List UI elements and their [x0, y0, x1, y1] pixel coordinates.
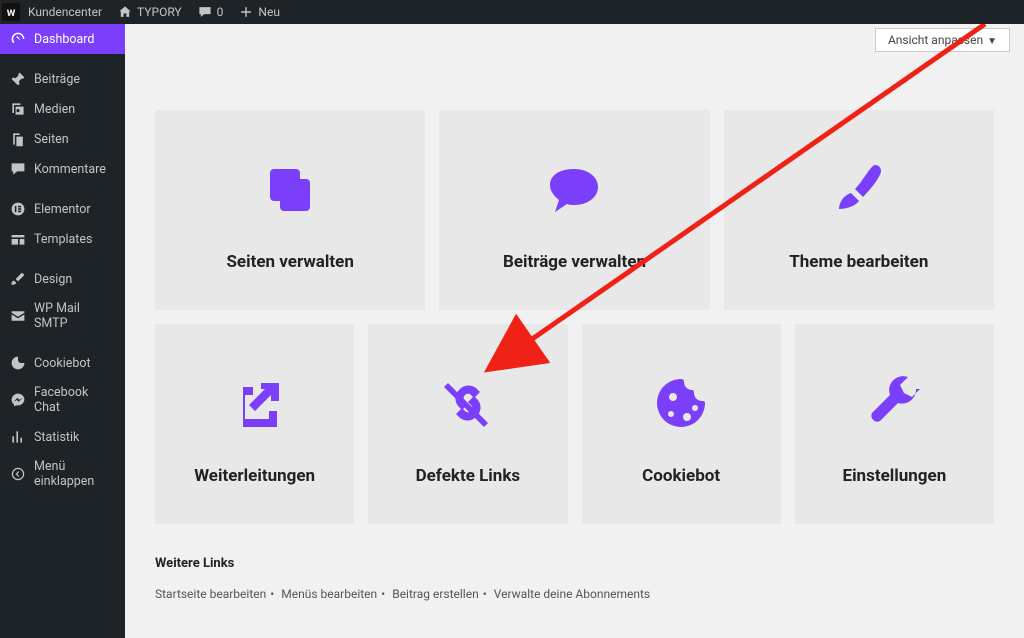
sidebar-item-dashboard[interactable]: Dashboard — [0, 24, 125, 54]
sidebar-item-collapse[interactable]: Menü einklappen — [0, 452, 125, 496]
tile-weiterleitungen[interactable]: Weiterleitungen — [155, 324, 354, 524]
sidebar-label: Templates — [34, 232, 92, 247]
further-link[interactable]: Menüs bearbeiten — [281, 587, 377, 601]
sidebar-item-wpmail[interactable]: WP Mail SMTP — [0, 294, 125, 338]
tile-cookiebot[interactable]: Cookiebot — [582, 324, 781, 524]
cookiebot-icon — [10, 355, 26, 371]
sidebar-label: Menü einklappen — [34, 459, 115, 489]
comment-icon — [198, 5, 212, 19]
sidebar-item-facebook[interactable]: Facebook Chat — [0, 378, 125, 422]
admin-topbar: w Kundencenter TYPORY 0 Neu — [0, 0, 1024, 24]
further-link[interactable]: Beitrag erstellen — [392, 587, 479, 601]
site-logo-icon[interactable]: w — [2, 3, 20, 21]
sidebar-item-statistik[interactable]: Statistik — [0, 422, 125, 452]
main-content: Ansicht anpassen▼ Seiten verwalten Beitr… — [125, 24, 1024, 638]
speech-icon — [542, 157, 606, 221]
pages-icon — [10, 131, 26, 147]
tile-title: Weiterleitungen — [194, 466, 315, 486]
tile-title: Cookiebot — [642, 466, 720, 486]
sidebar-label: Design — [34, 272, 72, 287]
sidebar-item-medien[interactable]: Medien — [0, 94, 125, 124]
dashboard-tiles-row-1: Seiten verwalten Beiträge verwalten Them… — [125, 24, 1024, 310]
plus-icon — [239, 5, 253, 19]
tile-defekte-links[interactable]: Defekte Links — [368, 324, 567, 524]
sidebar-label: Cookiebot — [34, 356, 91, 371]
dashboard-icon — [10, 31, 26, 47]
sidebar-item-seiten[interactable]: Seiten — [0, 124, 125, 154]
tile-title: Seiten verwalten — [226, 252, 353, 272]
cookie-icon — [649, 371, 713, 435]
sidebar-item-templates[interactable]: Templates — [0, 224, 125, 254]
admin-sidebar: Dashboard Beiträge Medien Seiten Komment… — [0, 24, 125, 638]
templates-icon — [10, 231, 26, 247]
further-link[interactable]: Verwalte deine Abonnements — [494, 587, 650, 601]
tile-einstellungen[interactable]: Einstellungen — [795, 324, 994, 524]
wrench-icon — [862, 371, 926, 435]
stats-icon — [10, 429, 26, 445]
comment-icon — [10, 161, 26, 177]
messenger-icon — [10, 392, 26, 408]
unlink-icon — [436, 371, 500, 435]
home-icon — [118, 5, 132, 19]
screen-options-button[interactable]: Ansicht anpassen▼ — [875, 28, 1010, 52]
brush-icon — [10, 271, 26, 287]
sidebar-label: Beiträge — [34, 72, 80, 87]
sidebar-item-elementor[interactable]: Elementor — [0, 194, 125, 224]
media-icon — [10, 101, 26, 117]
sidebar-label: Elementor — [34, 202, 91, 217]
further-heading: Weitere Links — [155, 556, 994, 571]
further-link[interactable]: Startseite bearbeiten — [155, 587, 266, 601]
sidebar-label: WP Mail SMTP — [34, 301, 115, 331]
tile-title: Einstellungen — [843, 466, 947, 486]
sidebar-label: Facebook Chat — [34, 385, 115, 415]
sidebar-item-beitraege[interactable]: Beiträge — [0, 64, 125, 94]
pin-icon — [10, 71, 26, 87]
topbar-comments[interactable]: 0 — [190, 0, 232, 24]
tile-seiten-verwalten[interactable]: Seiten verwalten — [155, 110, 425, 310]
sidebar-label: Seiten — [34, 132, 69, 147]
tile-title: Defekte Links — [416, 466, 521, 486]
sidebar-item-kommentare[interactable]: Kommentare — [0, 154, 125, 184]
sidebar-label: Medien — [34, 102, 75, 117]
tile-theme-bearbeiten[interactable]: Theme bearbeiten — [724, 110, 994, 310]
dashboard-tiles-row-2: Weiterleitungen Defekte Links Cookiebot … — [125, 310, 1024, 524]
external-link-icon — [223, 371, 287, 435]
further-links: Startseite bearbeiten• Menüs bearbeiten•… — [155, 587, 994, 601]
tile-title: Beiträge verwalten — [503, 252, 646, 272]
paintbrush-icon — [827, 157, 891, 221]
topbar-kundencenter[interactable]: Kundencenter — [20, 0, 110, 24]
topbar-site[interactable]: TYPORY — [110, 0, 190, 24]
mail-icon — [10, 308, 26, 324]
sidebar-label: Kommentare — [34, 162, 106, 177]
caret-down-icon: ▼ — [987, 36, 997, 47]
tile-beitraege-verwalten[interactable]: Beiträge verwalten — [439, 110, 709, 310]
sidebar-label: Dashboard — [34, 32, 94, 47]
collapse-icon — [10, 466, 26, 482]
sidebar-item-cookiebot[interactable]: Cookiebot — [0, 348, 125, 378]
copy-icon — [258, 157, 322, 221]
topbar-new[interactable]: Neu — [231, 0, 288, 24]
sidebar-item-design[interactable]: Design — [0, 264, 125, 294]
further-links-section: Weitere Links Startseite bearbeiten• Men… — [125, 524, 1024, 601]
sidebar-label: Statistik — [34, 430, 79, 445]
tile-title: Theme bearbeiten — [789, 252, 928, 272]
elementor-icon — [10, 201, 26, 217]
